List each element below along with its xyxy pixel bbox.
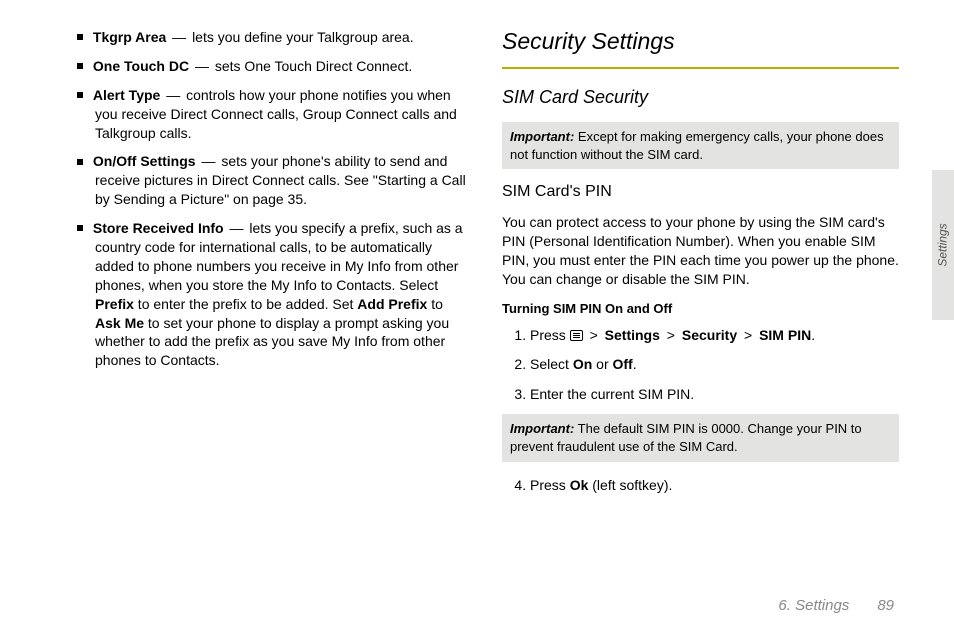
h3-sim-card-security: SIM Card Security <box>502 87 899 108</box>
dash: — <box>229 220 243 236</box>
sep-icon: > <box>590 327 598 343</box>
bullet-on-off-settings: On/Off Settings — sets your phone's abil… <box>75 152 472 209</box>
nav-item: Settings <box>605 327 660 343</box>
nav-item: SIM PIN <box>759 327 811 343</box>
term: One Touch DC <box>93 58 189 74</box>
nav-item: Security <box>682 327 737 343</box>
important-note-1: Important: Except for making emergency c… <box>502 122 899 169</box>
bullet-alert-type: Alert Type — controls how your phone not… <box>75 86 472 143</box>
bullet-marker-icon <box>77 225 83 231</box>
step-3: Enter the current SIM PIN. <box>530 385 899 405</box>
bullet-marker-icon <box>77 92 83 98</box>
step-text: Select <box>530 356 573 372</box>
footer-section: 6. Settings <box>778 597 849 614</box>
heading-underline <box>502 67 899 69</box>
term: Alert Type <box>93 87 160 103</box>
note-label: Important: <box>510 129 574 144</box>
menu-icon <box>570 330 583 341</box>
dash: — <box>201 153 215 169</box>
sep-icon: > <box>744 327 752 343</box>
bullet-store-received-info: Store Received Info — lets you specify a… <box>75 219 472 370</box>
term: Store Received Info <box>93 220 224 236</box>
bullet-one-touch-dc: One Touch DC — sets One Touch Direct Con… <box>75 57 472 76</box>
ordered-steps: Press > Settings > Security > SIM PIN. S… <box>502 326 899 405</box>
nav-chain: Press > Settings > Security > SIM PIN. <box>530 327 815 343</box>
paragraph-sim-pin: You can protect access to your phone by … <box>502 213 899 289</box>
h4-sim-cards-pin: SIM Card's PIN <box>502 183 899 201</box>
bullet-text: sets One Touch Direct Connect. <box>215 58 412 74</box>
step-1: Press > Settings > Security > SIM PIN. <box>530 326 899 346</box>
footer-page-number: 89 <box>877 597 894 614</box>
step-text: (left softkey). <box>588 477 672 493</box>
inline-bold: Add Prefix <box>357 296 427 312</box>
step-2: Select On or Off. <box>530 355 899 375</box>
ordered-steps-continued: Press Ok (left softkey). <box>502 476 899 496</box>
bullet-marker-icon <box>77 63 83 69</box>
bullet-text: to <box>427 296 443 312</box>
page-footer: 6. Settings 89 <box>778 597 894 614</box>
important-note-2: Important: The default SIM PIN is 0000. … <box>502 414 899 461</box>
step-text: Press <box>530 477 570 493</box>
step-4: Press Ok (left softkey). <box>530 476 899 496</box>
page-content: Tkgrp Area — lets you define your Talkgr… <box>0 0 954 560</box>
h5-turning-sim-pin: Turning SIM PIN On and Off <box>502 301 899 316</box>
step-text: or <box>592 356 612 372</box>
inline-bold: Ok <box>570 477 589 493</box>
inline-bold: Prefix <box>95 296 134 312</box>
inline-bold: Off <box>613 356 633 372</box>
inline-bold: On <box>573 356 592 372</box>
left-column: Tkgrp Area — lets you define your Talkgr… <box>75 28 472 560</box>
bullet-marker-icon <box>77 159 83 165</box>
period: . <box>633 356 637 372</box>
term: Tkgrp Area <box>93 29 166 45</box>
bullet-marker-icon <box>77 34 83 40</box>
side-tab-label: Settings <box>936 223 950 266</box>
note-label: Important: <box>510 421 574 436</box>
period: . <box>811 327 815 343</box>
step-text: Press <box>530 327 570 343</box>
dash: — <box>166 87 180 103</box>
dash: — <box>172 29 186 45</box>
term: On/Off Settings <box>93 153 196 169</box>
right-column: Security Settings SIM Card Security Impo… <box>502 28 899 560</box>
dash: — <box>195 58 209 74</box>
side-tab: Settings <box>932 170 954 320</box>
bullet-text: lets you define your Talkgroup area. <box>192 29 414 45</box>
bullet-text: to enter the prefix to be added. Set <box>134 296 357 312</box>
inline-bold: Ask Me <box>95 315 144 331</box>
h2-security-settings: Security Settings <box>502 28 899 63</box>
sep-icon: > <box>667 327 675 343</box>
bullet-tkgrp-area: Tkgrp Area — lets you define your Talkgr… <box>75 28 472 47</box>
bullet-text: to set your phone to display a prompt as… <box>95 315 449 369</box>
